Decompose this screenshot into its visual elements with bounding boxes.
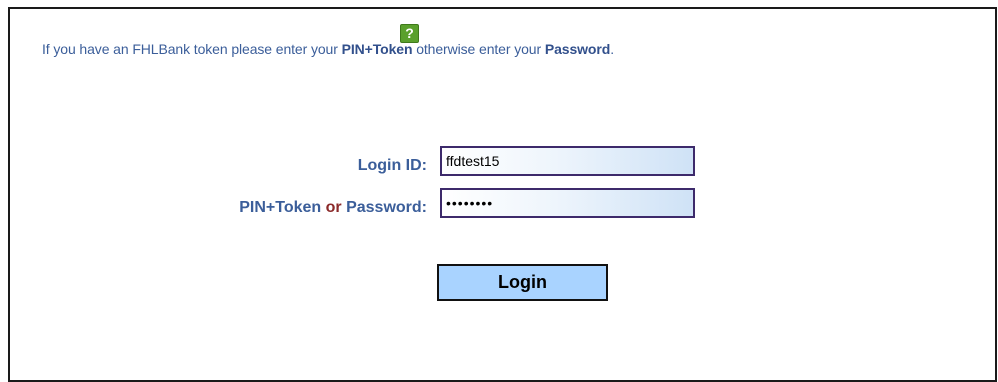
login-id-field[interactable] xyxy=(440,146,695,176)
pin-label-or: or xyxy=(325,199,342,216)
password-field[interactable] xyxy=(440,188,695,218)
pin-label-part2: Password: xyxy=(346,199,427,216)
login-id-label: Login ID: xyxy=(357,157,427,174)
pin-label-part1: PIN+Token xyxy=(239,199,322,216)
help-icon[interactable]: ? xyxy=(400,24,419,43)
intro-pin-token: PIN+Token xyxy=(341,41,413,57)
intro-password: Password xyxy=(544,41,611,57)
pin-password-label: PIN+Token or Password: xyxy=(239,199,427,217)
intro-text-before: If you have an FHLBank token please ente… xyxy=(42,41,342,57)
login-button[interactable]: Login xyxy=(437,264,608,301)
login-instructions: If you have an FHLBank token please ente… xyxy=(42,41,614,57)
intro-text-middle: otherwise enter your xyxy=(412,41,545,57)
intro-text-end: . xyxy=(610,41,614,57)
login-panel: If you have an FHLBank token please ente… xyxy=(8,7,997,382)
